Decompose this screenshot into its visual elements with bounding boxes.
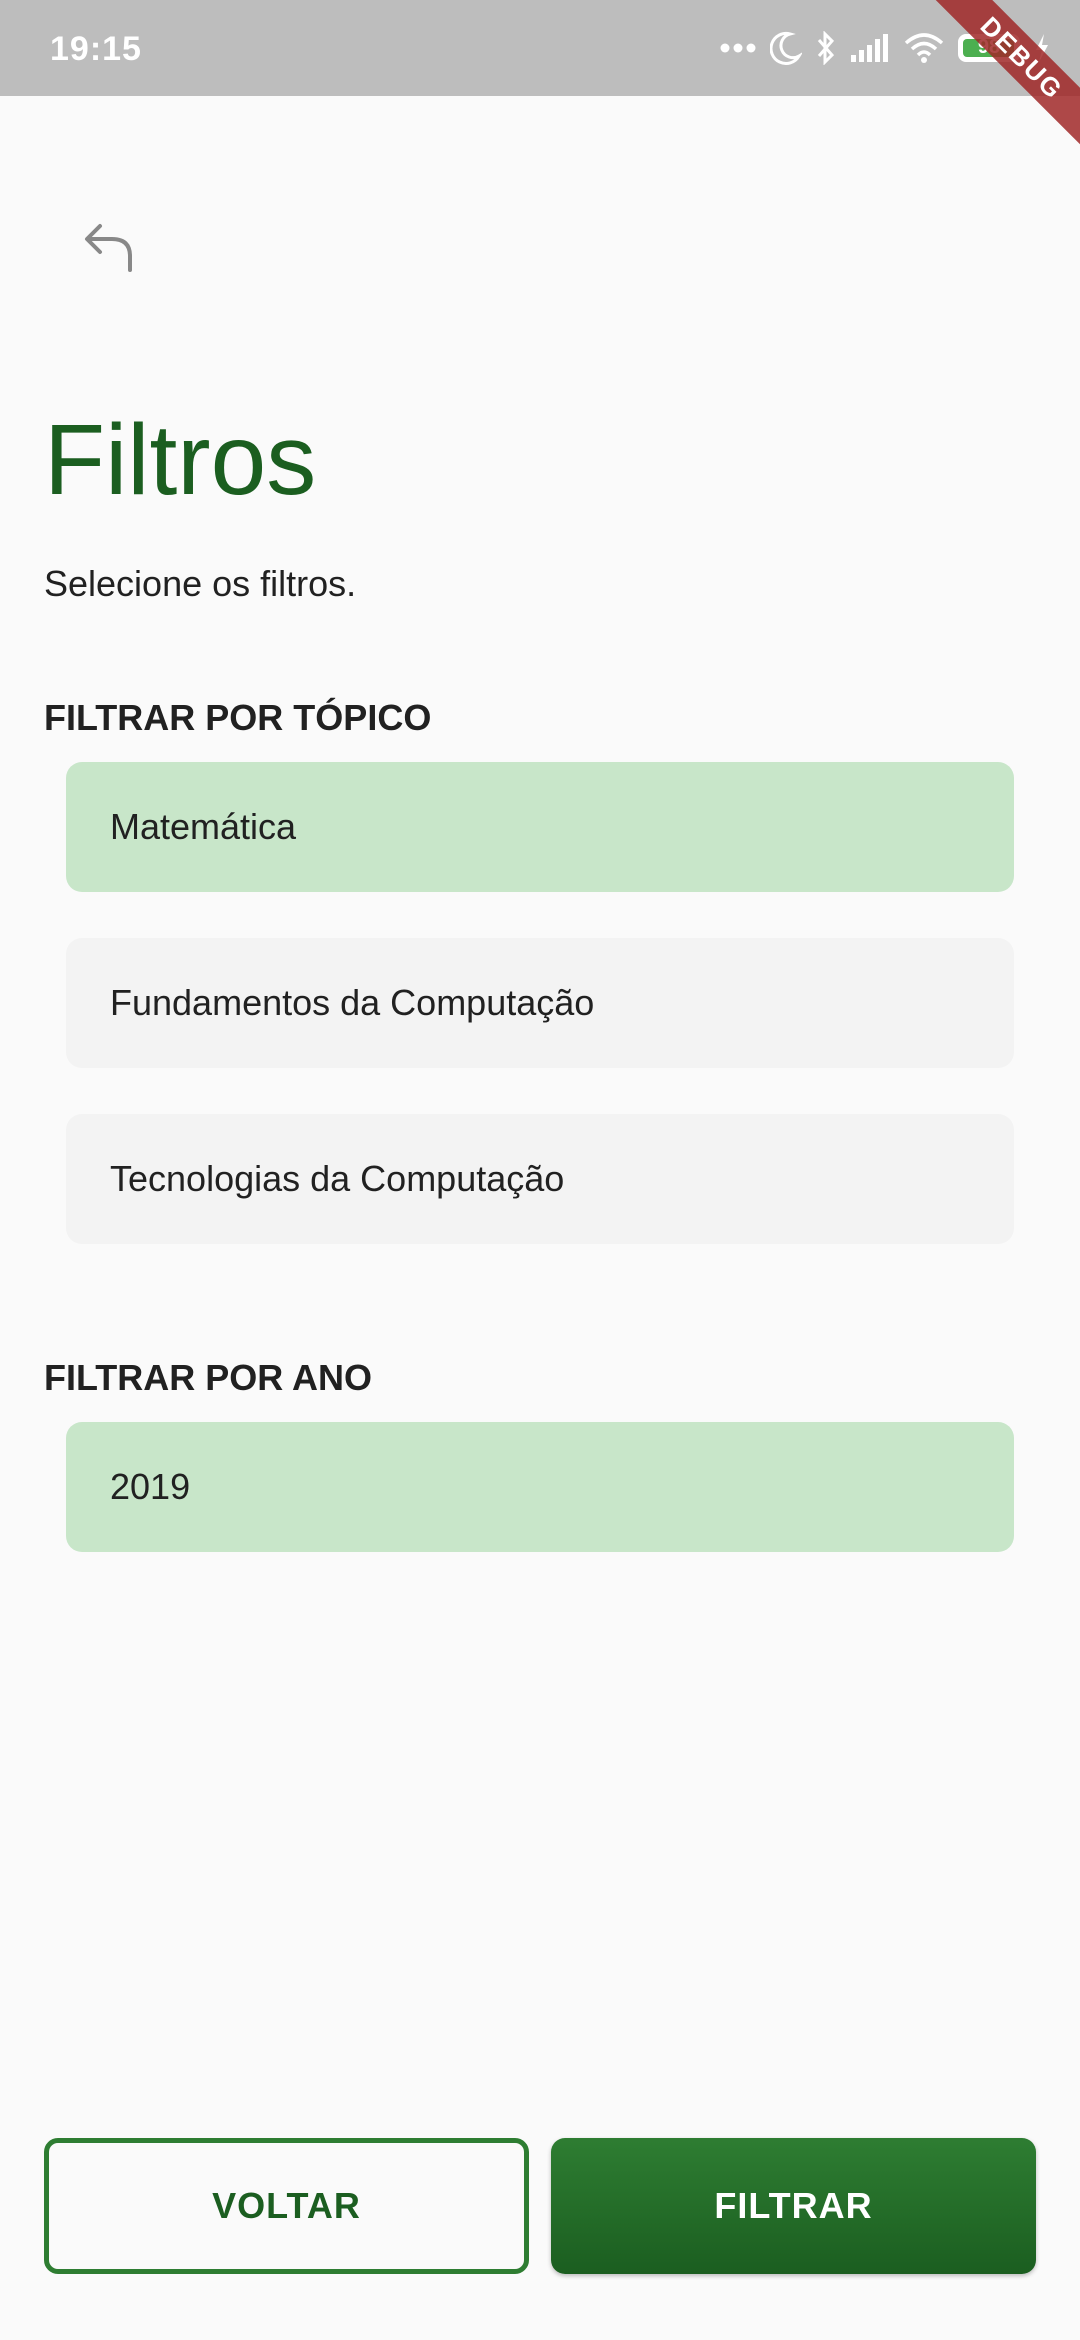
wifi-icon [904, 33, 944, 63]
bluetooth-icon [816, 31, 836, 65]
page-subtitle: Selecione os filtros. [44, 563, 357, 604]
battery-level: 98 [977, 36, 1001, 58]
status-icons: 98 [720, 26, 1050, 70]
year-option-2019[interactable]: 2019 [66, 1422, 1014, 1552]
status-bar: 19:15 98 [0, 0, 1080, 96]
charging-bolt-icon [1034, 33, 1050, 63]
voltar-button[interactable]: VOLTAR [44, 2138, 529, 2274]
back-arrow-button[interactable] [70, 210, 150, 290]
topic-option-matematica[interactable]: Matemática [66, 762, 1014, 892]
back-arrow-icon [82, 222, 138, 279]
page-title: Filtros [44, 404, 317, 516]
status-time: 19:15 [50, 30, 142, 68]
signal-icon [850, 33, 890, 63]
moon-icon [770, 31, 802, 65]
battery-icon: 98 [958, 34, 1020, 62]
more-dots-icon [720, 43, 756, 53]
topic-filter-heading: FILTRAR POR TÓPICO [44, 697, 432, 738]
topic-option-fundamentos-da-computacao[interactable]: Fundamentos da Computação [66, 938, 1014, 1068]
topic-option-tecnologias-da-computacao[interactable]: Tecnologias da Computação [66, 1114, 1014, 1244]
filtrar-button[interactable]: FILTRAR [551, 2138, 1036, 2274]
year-filter-heading: FILTRAR POR ANO [44, 1357, 372, 1398]
